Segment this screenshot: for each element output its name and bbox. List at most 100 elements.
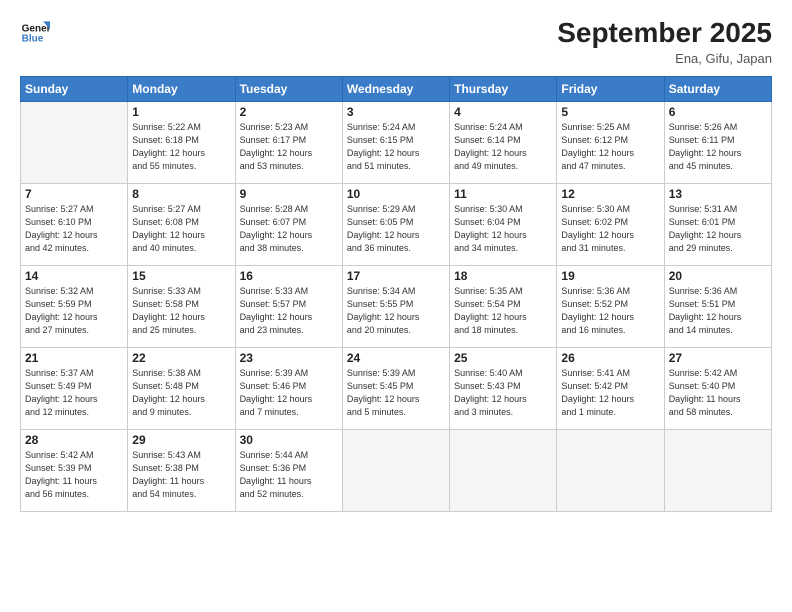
day-number: 29 [132, 433, 230, 447]
calendar-cell: 14Sunrise: 5:32 AM Sunset: 5:59 PM Dayli… [21, 265, 128, 347]
day-number: 3 [347, 105, 445, 119]
day-info: Sunrise: 5:35 AM Sunset: 5:54 PM Dayligh… [454, 285, 552, 337]
day-info: Sunrise: 5:27 AM Sunset: 6:10 PM Dayligh… [25, 203, 123, 255]
day-info: Sunrise: 5:39 AM Sunset: 5:46 PM Dayligh… [240, 367, 338, 419]
calendar-cell: 28 Sunrise: 5:42 AM Sunset: 5:39 PM Dayli… [21, 429, 128, 511]
logo: General Blue [20, 18, 50, 48]
calendar-cell: 19 Sunrise: 5:36 AM Sunset: 5:52 PM Dayli… [557, 265, 664, 347]
day-number: 9 [240, 187, 338, 201]
calendar-cell: 1Sunrise: 5:22 AM Sunset: 6:18 PM Daylig… [128, 101, 235, 183]
day-number: 7 [25, 187, 123, 201]
day-number: 16 [240, 269, 338, 283]
calendar-cell: 22 Sunrise: 5:38 AM Sunset: 5:48 PM Dayli… [128, 347, 235, 429]
day-number: 12 [561, 187, 659, 201]
day-info: Sunrise: 5:25 AM Sunset: 6:12 PM Dayligh… [561, 121, 659, 173]
day-info: Sunrise: 5:24 AM Sunset: 6:14 PM Dayligh… [454, 121, 552, 173]
calendar-cell: 27 Sunrise: 5:42 AM Sunset: 5:40 PM Dayli… [664, 347, 771, 429]
calendar-cell: 24Sunrise: 5:39 AM Sunset: 5:45 PM Dayli… [342, 347, 449, 429]
day-header-sunday: Sunday [21, 76, 128, 101]
day-number: 27 [669, 351, 767, 365]
day-number: 4 [454, 105, 552, 119]
location: Ena, Gifu, Japan [557, 51, 772, 66]
calendar-cell [557, 429, 664, 511]
day-header-tuesday: Tuesday [235, 76, 342, 101]
day-number: 6 [669, 105, 767, 119]
day-info: Sunrise: 5:44 AM Sunset: 5:36 PM Dayligh… [240, 449, 338, 501]
calendar-cell: 17Sunrise: 5:34 AM Sunset: 5:55 PM Dayli… [342, 265, 449, 347]
calendar-cell [21, 101, 128, 183]
calendar-cell: 21 Sunrise: 5:37 AM Sunset: 5:49 PM Dayli… [21, 347, 128, 429]
day-info: Sunrise: 5:42 AM Sunset: 5:40 PM Dayligh… [669, 367, 767, 419]
day-header-monday: Monday [128, 76, 235, 101]
calendar-cell: 20 Sunrise: 5:36 AM Sunset: 5:51 PM Dayli… [664, 265, 771, 347]
day-header-wednesday: Wednesday [342, 76, 449, 101]
day-number: 13 [669, 187, 767, 201]
day-info: Sunrise: 5:42 AM Sunset: 5:39 PM Dayligh… [25, 449, 123, 501]
calendar-cell: 15 Sunrise: 5:33 AM Sunset: 5:58 PM Dayli… [128, 265, 235, 347]
day-info: Sunrise: 5:40 AM Sunset: 5:43 PM Dayligh… [454, 367, 552, 419]
day-info: Sunrise: 5:36 AM Sunset: 5:51 PM Dayligh… [669, 285, 767, 337]
day-header-saturday: Saturday [664, 76, 771, 101]
day-info: Sunrise: 5:33 AM Sunset: 5:58 PM Dayligh… [132, 285, 230, 337]
calendar-cell: 7 Sunrise: 5:27 AM Sunset: 6:10 PM Daylig… [21, 183, 128, 265]
calendar-cell: 29 Sunrise: 5:43 AM Sunset: 5:38 PM Dayli… [128, 429, 235, 511]
calendar-cell: 18Sunrise: 5:35 AM Sunset: 5:54 PM Dayli… [450, 265, 557, 347]
calendar-cell: 2Sunrise: 5:23 AM Sunset: 6:17 PM Daylig… [235, 101, 342, 183]
calendar-cell: 26 Sunrise: 5:41 AM Sunset: 5:42 PM Dayli… [557, 347, 664, 429]
calendar-week-1: 1Sunrise: 5:22 AM Sunset: 6:18 PM Daylig… [21, 101, 772, 183]
calendar-cell: 10Sunrise: 5:29 AM Sunset: 6:05 PM Dayli… [342, 183, 449, 265]
day-info: Sunrise: 5:33 AM Sunset: 5:57 PM Dayligh… [240, 285, 338, 337]
day-info: Sunrise: 5:41 AM Sunset: 5:42 PM Dayligh… [561, 367, 659, 419]
day-info: Sunrise: 5:24 AM Sunset: 6:15 PM Dayligh… [347, 121, 445, 173]
day-number: 21 [25, 351, 123, 365]
day-info: Sunrise: 5:36 AM Sunset: 5:52 PM Dayligh… [561, 285, 659, 337]
day-number: 22 [132, 351, 230, 365]
day-number: 30 [240, 433, 338, 447]
day-info: Sunrise: 5:31 AM Sunset: 6:01 PM Dayligh… [669, 203, 767, 255]
day-number: 19 [561, 269, 659, 283]
calendar-week-2: 7 Sunrise: 5:27 AM Sunset: 6:10 PM Daylig… [21, 183, 772, 265]
day-info: Sunrise: 5:32 AM Sunset: 5:59 PM Dayligh… [25, 285, 123, 337]
month-title: September 2025 [557, 18, 772, 49]
day-number: 25 [454, 351, 552, 365]
day-number: 5 [561, 105, 659, 119]
day-header-friday: Friday [557, 76, 664, 101]
calendar-week-4: 21 Sunrise: 5:37 AM Sunset: 5:49 PM Dayli… [21, 347, 772, 429]
calendar-week-5: 28 Sunrise: 5:42 AM Sunset: 5:39 PM Dayli… [21, 429, 772, 511]
day-info: Sunrise: 5:30 AM Sunset: 6:02 PM Dayligh… [561, 203, 659, 255]
day-number: 23 [240, 351, 338, 365]
day-number: 26 [561, 351, 659, 365]
calendar-cell: 25 Sunrise: 5:40 AM Sunset: 5:43 PM Dayli… [450, 347, 557, 429]
day-number: 17 [347, 269, 445, 283]
calendar-cell: 3 Sunrise: 5:24 AM Sunset: 6:15 PM Daylig… [342, 101, 449, 183]
calendar-cell: 13 Sunrise: 5:31 AM Sunset: 6:01 PM Dayli… [664, 183, 771, 265]
day-number: 1 [132, 105, 230, 119]
calendar-cell: 12 Sunrise: 5:30 AM Sunset: 6:02 PM Dayli… [557, 183, 664, 265]
day-info: Sunrise: 5:29 AM Sunset: 6:05 PM Dayligh… [347, 203, 445, 255]
day-info: Sunrise: 5:23 AM Sunset: 6:17 PM Dayligh… [240, 121, 338, 173]
day-info: Sunrise: 5:38 AM Sunset: 5:48 PM Dayligh… [132, 367, 230, 419]
day-info: Sunrise: 5:26 AM Sunset: 6:11 PM Dayligh… [669, 121, 767, 173]
calendar-cell: 16 Sunrise: 5:33 AM Sunset: 5:57 PM Dayli… [235, 265, 342, 347]
title-block: September 2025 Ena, Gifu, Japan [557, 18, 772, 66]
calendar-cell: 9Sunrise: 5:28 AM Sunset: 6:07 PM Daylig… [235, 183, 342, 265]
day-number: 28 [25, 433, 123, 447]
day-number: 8 [132, 187, 230, 201]
calendar-cell: 23 Sunrise: 5:39 AM Sunset: 5:46 PM Dayli… [235, 347, 342, 429]
calendar-cell: 8 Sunrise: 5:27 AM Sunset: 6:08 PM Daylig… [128, 183, 235, 265]
day-header-thursday: Thursday [450, 76, 557, 101]
day-info: Sunrise: 5:37 AM Sunset: 5:49 PM Dayligh… [25, 367, 123, 419]
day-number: 15 [132, 269, 230, 283]
calendar-cell: 11Sunrise: 5:30 AM Sunset: 6:04 PM Dayli… [450, 183, 557, 265]
day-info: Sunrise: 5:43 AM Sunset: 5:38 PM Dayligh… [132, 449, 230, 501]
calendar-cell [342, 429, 449, 511]
day-number: 24 [347, 351, 445, 365]
calendar-cell: 6 Sunrise: 5:26 AM Sunset: 6:11 PM Daylig… [664, 101, 771, 183]
calendar-cell [664, 429, 771, 511]
calendar-cell: 5 Sunrise: 5:25 AM Sunset: 6:12 PM Daylig… [557, 101, 664, 183]
day-number: 20 [669, 269, 767, 283]
calendar-cell [450, 429, 557, 511]
day-info: Sunrise: 5:27 AM Sunset: 6:08 PM Dayligh… [132, 203, 230, 255]
day-number: 11 [454, 187, 552, 201]
calendar: SundayMondayTuesdayWednesdayThursdayFrid… [20, 76, 772, 512]
